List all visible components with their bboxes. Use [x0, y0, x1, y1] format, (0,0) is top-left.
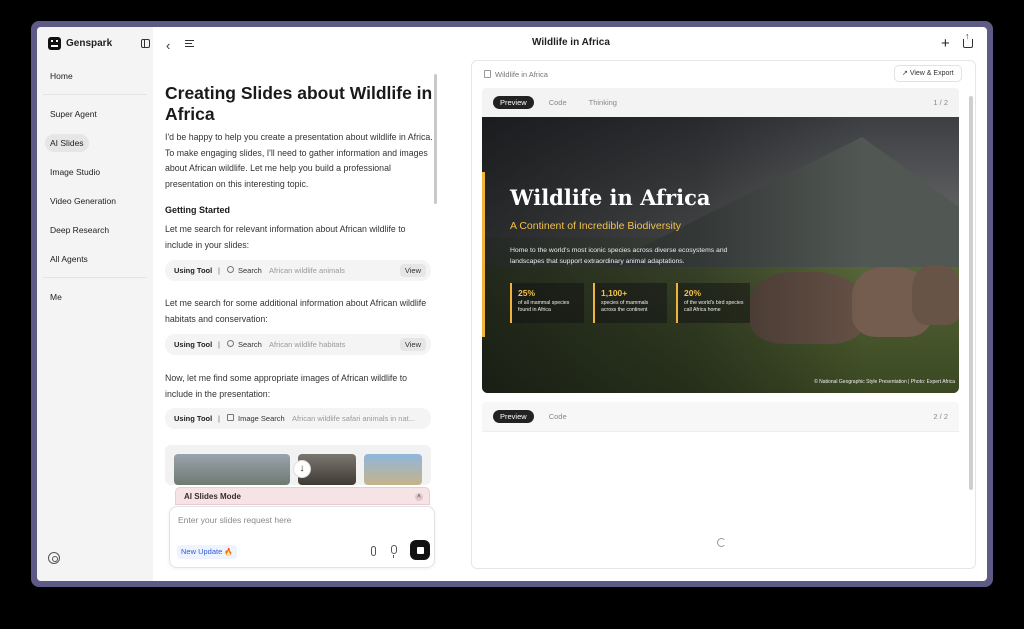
- fire-icon: 🔥: [224, 549, 234, 556]
- genspark-logo-icon: [48, 37, 61, 50]
- sidebar-item-video-generation[interactable]: Video Generation: [45, 192, 121, 210]
- preview-scrollbar[interactable]: [969, 96, 973, 490]
- tool-separator: |: [218, 414, 220, 423]
- sidebar-item-ai-slides[interactable]: AI Slides: [45, 134, 89, 152]
- sidebar-toggle-icon[interactable]: [141, 39, 150, 48]
- composer: New Update 🔥: [169, 506, 435, 568]
- section-title: Getting Started: [165, 205, 231, 215]
- sidebar-item-super-agent[interactable]: Super Agent: [45, 105, 102, 123]
- slide-subtitle: A Continent of Incredible Biodiversity: [510, 220, 682, 232]
- tool-query: African wildlife safari animals in nat..…: [292, 414, 415, 423]
- prompt-input[interactable]: [178, 515, 418, 525]
- slide-preview: [482, 431, 959, 568]
- app-window: Genspark Home Super Agent AI Slides Imag…: [37, 27, 987, 581]
- sidebar-item-deep-research[interactable]: Deep Research: [45, 221, 114, 239]
- stat-box: 25% of all mammal species found in Afric…: [510, 283, 584, 323]
- tool-call: Using Tool | Search African wildlife hab…: [165, 334, 431, 355]
- tool-separator: |: [218, 340, 220, 349]
- tool-name: Image Search: [238, 414, 285, 423]
- search-icon: [227, 266, 234, 273]
- image-thumbnail[interactable]: [174, 454, 290, 485]
- page-indicator: 2 / 2: [933, 412, 948, 421]
- search-icon: [227, 340, 234, 347]
- tool-name: Search: [238, 340, 262, 349]
- attach-icon[interactable]: [371, 546, 376, 556]
- stat-value: 20%: [684, 288, 702, 298]
- tab-thinking[interactable]: Thinking: [582, 96, 624, 109]
- settings-icon[interactable]: [48, 552, 60, 564]
- tab-code[interactable]: Code: [542, 410, 574, 423]
- back-icon[interactable]: ‹: [166, 38, 170, 53]
- view-button[interactable]: View: [399, 264, 426, 277]
- preview-header: Wildlife in Africa View & Export: [472, 61, 975, 88]
- tab-preview[interactable]: Preview: [493, 410, 534, 423]
- chevron-up-icon[interactable]: ˄: [415, 493, 423, 501]
- stat-box: 20% of the world's bird species call Afr…: [676, 283, 750, 323]
- page-title: Wildlife in Africa: [532, 37, 610, 48]
- intro-text: I'd be happy to help you create a presen…: [165, 132, 433, 189]
- new-icon[interactable]: +: [941, 35, 950, 52]
- view-button[interactable]: View: [399, 338, 426, 351]
- menu-icon[interactable]: [185, 40, 194, 47]
- image-thumbnail[interactable]: [364, 454, 422, 485]
- stat-label: species of mammals across the continent: [601, 300, 649, 313]
- arrow-down-icon: ↓: [299, 463, 305, 474]
- slide-tabs: Preview Code Thinking: [493, 96, 624, 109]
- sidebar-item-home[interactable]: Home: [45, 67, 78, 85]
- tool-separator: |: [218, 266, 220, 275]
- sidebar-item-image-studio[interactable]: Image Studio: [45, 163, 105, 181]
- badge-label: New Update: [181, 547, 223, 556]
- tool-query: African wildlife animals: [269, 266, 345, 275]
- new-update-badge[interactable]: New Update 🔥: [177, 545, 238, 559]
- tool-label: Using Tool: [174, 414, 213, 423]
- tool-call: Using Tool | Search African wildlife ani…: [165, 260, 431, 281]
- slide-description: Home to the world's most iconic species …: [510, 247, 728, 265]
- stat-box: 1,100+ species of mammals across the con…: [593, 283, 667, 323]
- tool-label: Using Tool: [174, 266, 213, 275]
- stat-value: 25%: [518, 288, 536, 298]
- mode-bar[interactable]: AI Slides Mode ˄: [175, 487, 430, 505]
- sidebar: Genspark Home Super Agent AI Slides Imag…: [37, 27, 153, 581]
- photo-credit: © National Geographic Style Presentation…: [814, 379, 955, 385]
- divider: [43, 277, 147, 278]
- accent-bar: [482, 172, 485, 337]
- tool-query: African wildlife habitats: [269, 340, 346, 349]
- step-text: Let me search for relevant information a…: [165, 224, 406, 250]
- tool-label: Using Tool: [174, 340, 213, 349]
- file-name: Wildlife in Africa: [484, 70, 548, 79]
- loading-spinner-icon: [717, 538, 726, 547]
- image-icon: [227, 414, 234, 421]
- stat-value: 1,100+: [601, 288, 628, 298]
- divider: [43, 94, 147, 95]
- app-name: Genspark: [66, 38, 113, 49]
- view-export-button[interactable]: View & Export: [894, 65, 962, 82]
- preview-panel: Wildlife in Africa View & Export Preview…: [471, 60, 976, 569]
- chat-heading: Creating Slides about Wildlife in Africa: [165, 83, 433, 124]
- tab-code[interactable]: Code: [542, 96, 574, 109]
- slide-tabs: Preview Code: [493, 410, 574, 423]
- slide-title: Wildlife in Africa: [510, 185, 711, 210]
- stop-button[interactable]: [410, 540, 430, 560]
- page-indicator: 1 / 2: [933, 98, 948, 107]
- slide-preview[interactable]: Wildlife in Africa A Continent of Incred…: [482, 117, 959, 393]
- stat-label: of all mammal species found in Africa: [518, 300, 570, 313]
- step-text: Now, let me find some appropriate images…: [165, 373, 408, 399]
- scroll-down-button[interactable]: ↓: [293, 460, 311, 478]
- sidebar-item-me[interactable]: Me: [45, 288, 67, 306]
- tab-preview[interactable]: Preview: [493, 96, 534, 109]
- logo[interactable]: Genspark: [48, 37, 112, 50]
- slide-card: Preview Code Thinking 1 / 2 Wildlife in …: [482, 88, 959, 393]
- step-text: Let me search for some additional inform…: [165, 298, 427, 324]
- share-icon[interactable]: [963, 31, 973, 48]
- stat-label: of the world's bird species call Africa …: [684, 300, 744, 313]
- slide-card: Preview Code 2 / 2: [482, 402, 959, 568]
- tool-call: Using Tool | Image Search African wildli…: [165, 408, 431, 429]
- mode-label: AI Slides Mode: [184, 492, 241, 501]
- sidebar-item-all-agents[interactable]: All Agents: [45, 250, 93, 268]
- microphone-icon[interactable]: [391, 545, 397, 558]
- tool-name: Search: [238, 266, 262, 275]
